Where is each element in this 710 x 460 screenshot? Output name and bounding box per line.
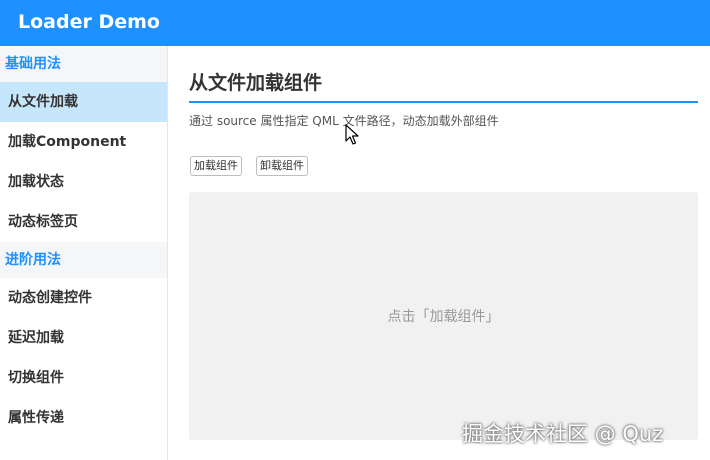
sidebar-group-basic: 基础用法: [0, 46, 167, 82]
sidebar-item-property-passing[interactable]: 属性传递: [0, 398, 167, 438]
main-content: 从文件加载组件 通过 source 属性指定 QML 文件路径，动态加载外部组件…: [189, 46, 699, 460]
sidebar-item-load-from-file[interactable]: 从文件加载: [0, 82, 167, 122]
sidebar-item-switch-component[interactable]: 切换组件: [0, 358, 167, 398]
page-title: 从文件加载组件: [189, 72, 323, 94]
sidebar-item-load-status[interactable]: 加载状态: [0, 162, 167, 202]
title-divider: [189, 101, 698, 103]
load-component-button[interactable]: 加载组件: [190, 156, 242, 176]
loader-area: 点击「加载组件」: [189, 192, 698, 440]
app-title: Loader Demo: [18, 11, 160, 33]
sidebar-item-load-component[interactable]: 加载Component: [0, 122, 167, 162]
title-bar: Loader Demo: [0, 0, 710, 46]
unload-component-button[interactable]: 卸载组件: [256, 156, 308, 176]
loader-placeholder-text: 点击「加载组件」: [387, 309, 500, 325]
watermark: 掘金技术社区 @ Quz: [462, 422, 664, 446]
sidebar-item-dynamic-create[interactable]: 动态创建控件: [0, 278, 167, 318]
sidebar-item-dynamic-tabs[interactable]: 动态标签页: [0, 202, 167, 242]
sidebar: 基础用法 从文件加载 加载Component 加载状态 动态标签页 进阶用法 动…: [0, 46, 168, 460]
sidebar-item-lazy-load[interactable]: 延迟加载: [0, 318, 167, 358]
page-description: 通过 source 属性指定 QML 文件路径，动态加载外部组件: [189, 114, 499, 128]
mouse-cursor-icon: [345, 124, 359, 145]
sidebar-group-advanced: 进阶用法: [0, 242, 167, 278]
